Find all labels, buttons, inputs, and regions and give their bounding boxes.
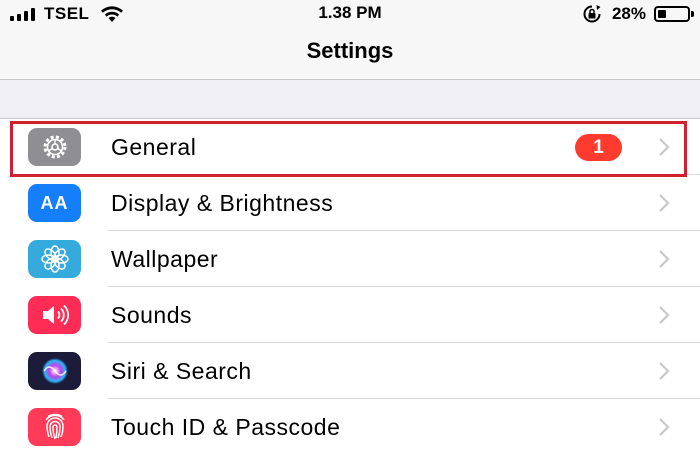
- fingerprint-icon: [28, 408, 81, 446]
- row-label: Wallpaper: [111, 246, 219, 272]
- page-title: Settings: [306, 38, 394, 63]
- status-bar: TSEL 1.38 PM 28%: [0, 0, 700, 28]
- settings-row-siri-search[interactable]: Siri & Search: [0, 343, 700, 399]
- wallpaper-flower-icon: [28, 240, 81, 278]
- chevron-right-icon: [659, 194, 670, 212]
- row-label: Touch ID & Passcode: [111, 414, 341, 440]
- battery-percentage: 28%: [611, 4, 646, 23]
- display-brightness-icon: AA: [28, 184, 81, 222]
- settings-list: General 1 AA Display & Brightness Wallpa…: [0, 118, 700, 466]
- navigation-bar: Settings: [0, 28, 700, 80]
- siri-icon: [28, 352, 81, 390]
- row-label: Siri & Search: [111, 358, 252, 384]
- speaker-icon: [28, 296, 81, 334]
- settings-row-sounds[interactable]: Sounds: [0, 287, 700, 343]
- battery-fill: [658, 10, 666, 18]
- rotation-lock-icon: [583, 5, 601, 23]
- notification-badge: 1: [575, 134, 622, 161]
- settings-row-wallpaper[interactable]: Wallpaper: [0, 231, 700, 287]
- settings-row-general[interactable]: General 1: [0, 119, 700, 175]
- icon-glyph-text: AA: [40, 192, 69, 213]
- chevron-right-icon: [659, 138, 670, 156]
- battery-icon: [654, 6, 694, 22]
- settings-row-display-brightness[interactable]: AA Display & Brightness: [0, 175, 700, 231]
- chevron-right-icon: [659, 418, 670, 436]
- chevron-right-icon: [659, 362, 670, 380]
- settings-row-touch-id-passcode[interactable]: Touch ID & Passcode: [0, 399, 700, 455]
- chevron-right-icon: [659, 250, 670, 268]
- row-label: Display & Brightness: [111, 190, 334, 216]
- gear-icon: [28, 128, 81, 166]
- chevron-right-icon: [659, 306, 670, 324]
- row-label: General: [111, 134, 197, 160]
- row-label: Sounds: [111, 302, 193, 328]
- status-right: 28%: [582, 4, 694, 24]
